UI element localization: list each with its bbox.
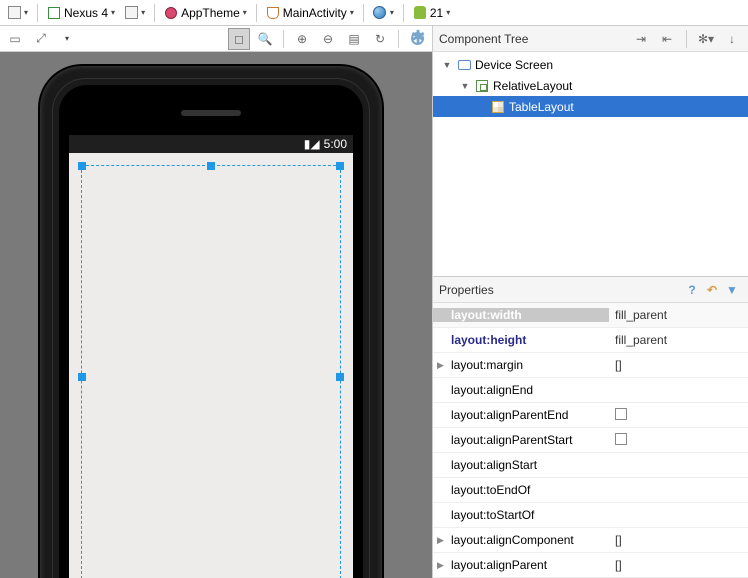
property-name: layout:alignParent [451, 558, 547, 572]
zoom-out-button[interactable]: ⊖ [317, 28, 339, 50]
property-name: layout:alignEnd [451, 383, 533, 397]
device-selector[interactable]: Nexus 4 ▾ [43, 2, 119, 24]
properties-title: Properties [439, 283, 682, 297]
property-value[interactable]: [] [609, 358, 748, 372]
phone-frame: ▮◢ 5:00 [40, 66, 382, 578]
resize-handle-ne[interactable] [336, 162, 344, 170]
tree-label-rel: RelativeLayout [493, 79, 572, 93]
property-row[interactable]: layout:alignEnd [433, 378, 748, 403]
property-name: layout:alignParentEnd [451, 408, 568, 422]
property-row[interactable]: layout:width fill_parent [433, 303, 748, 328]
property-name: layout:height [451, 333, 526, 347]
api-selector[interactable]: 21 ▾ [409, 2, 454, 24]
undo-button[interactable]: ↶ [702, 283, 722, 297]
layout-surface[interactable] [69, 153, 353, 578]
component-tree[interactable]: ▼ Device Screen ▼ RelativeLayout TableLa… [433, 52, 748, 277]
collapse-all-button[interactable]: ⇤ [657, 29, 677, 49]
checkbox[interactable] [615, 408, 627, 420]
device-icon [458, 60, 471, 70]
property-name: layout:alignParentStart [451, 433, 572, 447]
resize-handle-nw[interactable] [78, 162, 86, 170]
signal-icon: ▮◢ [304, 137, 320, 151]
api-label: 21 [430, 6, 443, 20]
expand-all-button[interactable]: ⇥ [631, 29, 651, 49]
property-row[interactable]: layout:toStartOf [433, 503, 748, 528]
property-name: layout:toEndOf [451, 483, 530, 497]
tree-label-table: TableLayout [509, 100, 574, 114]
property-row[interactable]: layout:alignParentEnd [433, 403, 748, 428]
property-row[interactable]: ▶layout:alignComponent[] [433, 528, 748, 553]
refresh-button[interactable]: ↻ [369, 28, 391, 50]
tree-row-tablelayout[interactable]: TableLayout [433, 96, 748, 117]
activity-label: MainActivity [283, 6, 347, 20]
property-value[interactable]: [] [609, 558, 748, 572]
property-name: layout:width [451, 308, 522, 322]
property-name: layout:margin [451, 358, 523, 372]
property-value[interactable]: [] [609, 533, 748, 547]
orientation-button[interactable]: ▾ [121, 2, 149, 24]
status-time: 5:00 [324, 137, 347, 151]
device-label: Nexus 4 [64, 6, 108, 20]
design-canvas[interactable]: ▭ ⤢ ▾ ◻ 🔍 ⊕ ⊖ ▤ ↻ ▮◢ 5:00 [0, 26, 432, 578]
phone-speaker [181, 110, 241, 116]
select-mode-button[interactable]: ◻ [228, 28, 250, 50]
checkbox[interactable] [615, 433, 627, 445]
status-bar: ▮◢ 5:00 [69, 135, 353, 153]
tree-row-device[interactable]: ▼ Device Screen [433, 54, 748, 75]
properties-header: Properties ? ↶ ▼ [433, 277, 748, 303]
property-value[interactable]: fill_parent [609, 333, 748, 347]
activity-selector[interactable]: MainActivity ▾ [262, 2, 358, 24]
settings-button[interactable] [406, 28, 428, 50]
property-name: layout:toStartOf [451, 508, 534, 522]
selection-box[interactable] [81, 165, 341, 578]
relativelayout-icon [476, 80, 488, 92]
property-row[interactable]: ▶layout:alignParent[] [433, 553, 748, 578]
property-row[interactable]: layout:height fill_parent [433, 328, 748, 353]
property-row[interactable]: ▶layout:margin[] [433, 353, 748, 378]
config-toolbar: ▾ Nexus 4 ▾ ▾ AppTheme ▾ MainActivity ▾ … [0, 0, 748, 26]
filter-button[interactable]: ▼ [722, 283, 742, 297]
property-name: layout:alignStart [451, 458, 537, 472]
zoom-fit-button[interactable]: 🔍 [254, 28, 276, 50]
tree-title: Component Tree [439, 32, 625, 46]
property-value[interactable] [609, 433, 748, 448]
property-name: layout:alignComponent [451, 533, 574, 547]
property-row[interactable]: layout:alignParentStart [433, 428, 748, 453]
tree-hide-button[interactable]: ↓ [722, 29, 742, 49]
bounds-button[interactable]: ▤ [343, 28, 365, 50]
tree-settings-button[interactable]: ✻▾ [696, 29, 716, 49]
palette-button[interactable]: ▾ [4, 2, 32, 24]
tree-row-relativelayout[interactable]: ▼ RelativeLayout [433, 75, 748, 96]
property-row[interactable]: layout:alignStart [433, 453, 748, 478]
right-panels: Component Tree ⇥ ⇤ ✻▾ ↓ ▼ Device Screen … [432, 26, 748, 578]
viewport-button-dd[interactable]: ▾ [56, 28, 78, 50]
viewport-button-1[interactable]: ▭ [4, 28, 26, 50]
tablelayout-icon [492, 101, 504, 113]
property-row[interactable]: layout:toEndOf [433, 478, 748, 503]
resize-handle-n[interactable] [207, 162, 215, 170]
tree-header: Component Tree ⇥ ⇤ ✻▾ ↓ [433, 26, 748, 52]
resize-handle-w[interactable] [78, 373, 86, 381]
tree-label-device: Device Screen [475, 58, 553, 72]
help-button[interactable]: ? [682, 283, 702, 297]
viewport-button-2[interactable]: ⤢ [30, 28, 52, 50]
main-split: ▭ ⤢ ▾ ◻ 🔍 ⊕ ⊖ ▤ ↻ ▮◢ 5:00 [0, 26, 748, 578]
property-value[interactable]: fill_parent [609, 308, 748, 322]
resize-handle-e[interactable] [336, 373, 344, 381]
property-value[interactable] [609, 408, 748, 423]
zoom-in-button[interactable]: ⊕ [291, 28, 313, 50]
theme-label: AppTheme [181, 6, 240, 20]
properties-table[interactable]: layout:width fill_parent layout:height fill… [433, 303, 748, 578]
theme-selector[interactable]: AppTheme ▾ [160, 2, 251, 24]
locale-selector[interactable]: ▾ [369, 2, 398, 24]
